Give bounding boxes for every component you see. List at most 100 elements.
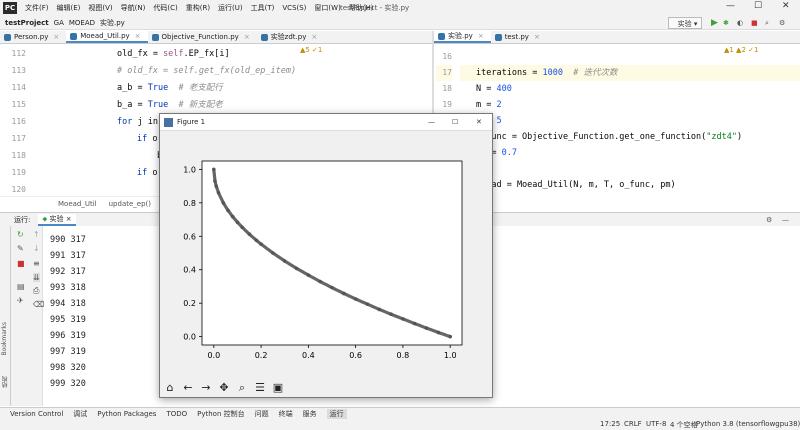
menu-refactor[interactable]: 重构(R) — [182, 3, 214, 13]
wrench-icon[interactable]: ✎ — [17, 244, 24, 253]
inspection-widget[interactable]: ▲1 ▲2 ✓1 — [724, 46, 758, 54]
close-tab-icon[interactable]: × — [244, 31, 250, 44]
run-config-tab[interactable]: ⬥ 实验 × — [38, 213, 76, 226]
data-point — [240, 225, 244, 230]
menu-bar: PC 文件(F) 编辑(E) 视图(V) 导航(N) 代码(C) 重构(R) 运… — [0, 0, 800, 16]
scroll-to-end-icon[interactable]: ⇊ — [33, 273, 40, 282]
tab-person[interactable]: Person.py × — [0, 31, 66, 43]
zoom-icon[interactable]: ⌕ — [234, 380, 250, 396]
menu-view[interactable]: 视图(V) — [84, 3, 116, 13]
menu-edit[interactable]: 编辑(E) — [53, 3, 85, 13]
figure-title-bar[interactable]: Figure 1 — ☐ ✕ — [160, 114, 492, 131]
run-config-select[interactable]: 实验 ▾ — [668, 17, 702, 29]
line-number: 19 — [442, 100, 452, 109]
line-number: 16 — [442, 52, 452, 61]
tool-todo[interactable]: TODO — [166, 410, 187, 418]
tab-label: 实验.py — [448, 31, 473, 40]
back-icon[interactable]: ← — [180, 380, 196, 396]
tool-terminal[interactable]: 终端 — [279, 409, 293, 419]
gear-icon[interactable]: ⚙ — [779, 17, 785, 29]
layout-icon[interactable]: ▤ — [17, 282, 25, 291]
run-panel-label: 运行: — [14, 215, 31, 224]
stop-icon[interactable]: ■ — [751, 17, 758, 29]
pan-icon[interactable]: ✥ — [216, 380, 232, 396]
breadcrumb-method[interactable]: update_ep() — [109, 200, 151, 208]
data-point — [226, 208, 230, 213]
line-number: 117 — [11, 134, 26, 143]
data-point — [271, 251, 275, 255]
bookmarks-tool-button[interactable]: Bookmarks — [1, 322, 8, 356]
home-icon[interactable]: ⌂ — [162, 380, 178, 396]
close-tab-icon[interactable]: × — [478, 30, 484, 43]
line-number: 118 — [11, 151, 26, 160]
close-button[interactable]: ✕ — [782, 1, 790, 11]
gear-icon[interactable]: ⚙ — [766, 216, 772, 224]
maximize-button[interactable]: ☐ — [754, 1, 762, 11]
tab-shiyan[interactable]: 实验.py × — [434, 31, 491, 43]
tool-services[interactable]: 服务 — [303, 409, 317, 419]
data-point — [424, 326, 429, 330]
configure-icon[interactable]: ☰ — [252, 380, 268, 396]
python-file-icon — [260, 33, 268, 41]
close-tab-icon[interactable]: × — [311, 31, 317, 44]
rerun-icon[interactable]: ↻ — [17, 230, 24, 239]
hide-panel-icon[interactable]: — — [782, 216, 789, 224]
figure-maximize-button[interactable]: ☐ — [452, 118, 458, 126]
figure-close-button[interactable]: ✕ — [476, 118, 482, 126]
inspection-widget[interactable]: ▲5 ✓1 — [300, 46, 322, 54]
save-icon[interactable]: ▣ — [270, 380, 286, 396]
scroll-up-icon[interactable]: ↑ — [33, 230, 40, 239]
tool-debug[interactable]: 调试 — [73, 409, 87, 419]
search-icon[interactable]: ⌕ — [765, 17, 769, 29]
menu-run[interactable]: 运行(U) — [214, 3, 247, 13]
tab-moead-util[interactable]: Moead_Util.py × — [66, 30, 148, 43]
line-number: 119 — [11, 168, 26, 177]
soft-wrap-icon[interactable]: ≡ — [33, 259, 40, 268]
minimize-button[interactable]: — — [726, 1, 735, 11]
tab-shiyan-zdt[interactable]: 实验zdt.py × — [257, 31, 325, 43]
code-line: # old_fx = self.get_fx(old_ep_item) — [117, 66, 297, 76]
tab-test[interactable]: test.py × — [491, 31, 547, 43]
menu-file[interactable]: 文件(F) — [21, 3, 53, 13]
breadcrumb-file[interactable]: 实验.py — [100, 18, 125, 28]
menu-navigate[interactable]: 导航(N) — [117, 3, 150, 13]
axes-frame — [201, 160, 463, 346]
run-icon[interactable]: ▶ — [711, 17, 718, 29]
menu-tools[interactable]: 工具(T) — [247, 3, 279, 13]
file-encoding[interactable]: UTF-8 — [646, 420, 666, 428]
tool-python-console[interactable]: Python 控制台 — [197, 409, 245, 419]
figure-minimize-button[interactable]: — — [428, 118, 435, 126]
python-interpreter[interactable]: Python 3.8 (tensorflowgpu38) — [696, 420, 800, 428]
pin-icon[interactable]: ✈ — [17, 296, 24, 305]
menu-vcs[interactable]: VCS(S) — [278, 4, 310, 12]
scatter-chart[interactable]: 0.0 0.2 0.4 0.6 0.8 1.0 0.0 0.2 0.4 0.6 0.8 1.0 — [160, 131, 492, 379]
print-icon[interactable]: ⎙ — [33, 286, 39, 296]
right-editor-tabs: 实验.py × test.py × — [434, 31, 800, 44]
coverage-icon[interactable]: ◐ — [737, 17, 743, 29]
breadcrumb-moead[interactable]: MOEAD — [69, 19, 95, 27]
structure-tool-button[interactable]: 结构 — [1, 376, 10, 388]
tool-problems[interactable]: 问题 — [255, 409, 269, 419]
indent-setting[interactable]: 4 个空格 — [670, 420, 698, 430]
forward-icon[interactable]: → — [198, 380, 214, 396]
tool-python-packages[interactable]: Python Packages — [97, 410, 156, 418]
breadcrumb-class[interactable]: Moead_Util — [58, 200, 97, 208]
close-tab-icon[interactable]: × — [135, 30, 141, 43]
tab-objective-function[interactable]: Objective_Function.py × — [148, 31, 257, 43]
tool-version-control[interactable]: Version Control — [10, 410, 63, 418]
plot-area[interactable]: 0.0 0.2 0.4 0.6 0.8 1.0 0.0 0.2 0.4 0.6 0.8 1.0 — [160, 131, 492, 379]
figure-window[interactable]: Figure 1 — ☐ ✕ 0.0 0.2 0.4 0.6 0.8 1.0 0.0 0.2 0… — [159, 113, 493, 398]
close-tab-icon[interactable]: × — [53, 31, 59, 44]
tool-run[interactable]: 运行 — [326, 409, 347, 419]
breadcrumb-project[interactable]: testProject — [5, 19, 49, 27]
caret-position[interactable]: 17:25 — [600, 420, 620, 428]
line-separator[interactable]: CRLF — [624, 420, 642, 428]
line-number: 120 — [11, 185, 26, 194]
close-tab-icon[interactable]: × — [534, 31, 540, 44]
breadcrumb-ga[interactable]: GA — [54, 19, 64, 27]
stop-icon[interactable]: ■ — [17, 259, 25, 268]
data-point — [342, 291, 346, 296]
scroll-down-icon[interactable]: ↓ — [33, 244, 40, 253]
debug-icon[interactable]: ✱ — [723, 17, 729, 29]
menu-code[interactable]: 代码(C) — [149, 3, 181, 13]
